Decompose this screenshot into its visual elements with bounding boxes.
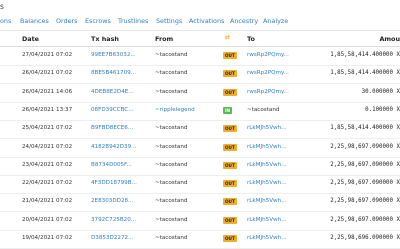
row-date: 19/04/2021 07:02 xyxy=(22,235,73,241)
row-date: 27/04/2021 07:02 xyxy=(22,52,73,58)
direction-badge: OUT xyxy=(223,161,237,169)
tab-orders[interactable]: Orders xyxy=(56,17,78,25)
direction-badge: OUT xyxy=(223,125,237,133)
row-amount: 1,85,58,414.400000 X xyxy=(330,70,400,77)
from-account: ~tacostand xyxy=(155,125,188,132)
to-account[interactable]: rwsRp2PQmy... xyxy=(247,52,289,58)
row-amount: 2,25,98,697.090000 X xyxy=(330,198,400,205)
table-row: 20/04/2021 07:02 3792C725B20... ~tacostand… xyxy=(0,212,400,231)
column-to: To xyxy=(247,35,255,43)
tx-hash-link[interactable]: 8BE5B461709... xyxy=(91,70,136,76)
tab-ancestry[interactable]: Ancestry xyxy=(230,17,258,25)
row-amount: 2,25,98,697.090000 X xyxy=(330,161,400,168)
row-amount: 0.100000 X xyxy=(365,106,400,113)
to-account[interactable]: rLkMJh5Vwh... xyxy=(247,235,287,241)
row-date: 20/04/2021 07:02 xyxy=(22,216,73,223)
direction-badge: OUT xyxy=(223,52,237,59)
tx-hash-link[interactable]: 4182B942D39... xyxy=(91,144,137,150)
direction-badge: IN xyxy=(223,106,233,114)
to-account[interactable]: rLkMJh5Vwh... xyxy=(247,162,287,168)
table-row: 25/04/2021 07:02 B9FBD8ECE6... ~tacostand O… xyxy=(0,120,400,140)
row-amount: 2,25,98,697.090000 X xyxy=(330,143,400,150)
tab-settings[interactable]: Settings xyxy=(156,17,182,25)
table-header: Date Tx hash From ⇄ To Amou xyxy=(0,32,400,47)
tx-hash-link[interactable]: B8734D005F... xyxy=(91,162,132,168)
column-date[interactable]: Date xyxy=(22,35,39,43)
table-row: 27/04/2021 07:02 99EE7B63032... ~tacostand… xyxy=(0,47,400,66)
row-amount: 1,85,58,414.400000 X xyxy=(330,52,400,58)
from-account: ~tacostand xyxy=(155,180,188,187)
column-hash: Tx hash xyxy=(91,35,119,43)
column-from: From xyxy=(155,35,174,43)
direction-badge: OUT xyxy=(223,216,237,224)
tx-hash-link[interactable]: B9FBD8ECE6... xyxy=(91,125,133,131)
tab-escrows[interactable]: Escrows xyxy=(85,17,111,25)
table-row: 26/04/2021 14:06 4DEB8E2D4E... ~tacostand O… xyxy=(0,84,400,103)
to-account[interactable]: rLkMJh5Vwh... xyxy=(247,198,287,204)
to-account[interactable]: rLkMJh5Vwh... xyxy=(247,144,287,150)
tab-bar: ons Balances Orders Escrows Trustlines S… xyxy=(0,14,400,31)
to-account[interactable]: rLkMJh5Vwh... xyxy=(247,125,287,131)
to-account: ~tacostand xyxy=(247,106,280,113)
row-amount: 1,85,58,414.400000 X xyxy=(330,125,400,132)
tx-hash-link[interactable]: 99EE7B63032... xyxy=(91,52,136,58)
from-account: ~tacostand xyxy=(155,216,188,223)
tx-hash-link[interactable]: 08FD39CCBC... xyxy=(91,107,134,113)
row-date: 26/04/2021 14:06 xyxy=(22,88,73,95)
to-account[interactable]: rwsRp2PQmy... xyxy=(247,70,289,76)
direction-badge: OUT xyxy=(223,143,237,151)
from-account: ~tacostand xyxy=(155,52,188,58)
column-amount: Amou xyxy=(379,35,400,43)
row-amount: 2,25,98,696.090000 X xyxy=(330,235,400,241)
tx-hash-link[interactable]: D3853D2272... xyxy=(91,235,133,241)
row-date: 26/04/2021 13:37 xyxy=(22,106,73,113)
tab-activations[interactable]: Activations xyxy=(189,17,224,25)
tab-trustlines[interactable]: Trustlines xyxy=(118,17,148,25)
tab-analyze[interactable]: Analyze xyxy=(263,17,288,25)
tx-hash-link[interactable]: 2E8303DD28... xyxy=(91,198,133,204)
from-account: ~tacostand xyxy=(155,198,188,205)
table-row: 21/04/2021 07:02 2E8303DD28... ~tacostand O… xyxy=(0,193,400,213)
row-date: 23/04/2021 07:02 xyxy=(22,161,73,168)
direction-badge: OUT xyxy=(223,180,237,188)
to-account[interactable]: rLkMJh5Vwh... xyxy=(247,180,287,186)
direction-swap-icon[interactable]: ⇄ xyxy=(225,34,230,41)
from-account: ~tacostand xyxy=(155,88,188,95)
table-row: 23/04/2021 07:02 B8734D005F... ~tacostand O… xyxy=(0,157,400,176)
table-row: 26/04/2021 07:02 8BE5B461709... ~tacostand… xyxy=(0,65,400,85)
row-date: 22/04/2021 07:02 xyxy=(22,180,73,187)
from-account: ~tacostand xyxy=(155,235,188,241)
row-date: 25/04/2021 07:02 xyxy=(22,125,73,132)
tx-hash-link[interactable]: 4DEB8E2D4E... xyxy=(91,89,134,95)
from-account: ~tacostand xyxy=(155,143,188,150)
row-amount: 30.000000 X xyxy=(361,88,400,95)
tab-balances[interactable]: Balances xyxy=(20,17,49,25)
from-account[interactable]: ~ripplelegend xyxy=(155,107,195,113)
table-row: 22/04/2021 07:02 4F3DD18799B... ~tacostand… xyxy=(0,175,400,195)
row-date: 24/04/2021 07:02 xyxy=(22,143,73,150)
table-row: 26/04/2021 13:37 08FD39CCBC... ~ripplelege… xyxy=(0,102,400,121)
row-amount: 2,25,98,697.090000 X xyxy=(330,180,400,187)
from-account: ~tacostand xyxy=(155,70,188,77)
direction-badge: OUT xyxy=(223,70,237,78)
direction-badge: OUT xyxy=(223,198,237,206)
direction-badge: OUT xyxy=(223,88,237,96)
table-row: 24/04/2021 07:02 4182B942D39... ~tacostand… xyxy=(0,139,400,158)
row-date: 21/04/2021 07:02 xyxy=(22,198,73,205)
direction-badge: OUT xyxy=(223,235,237,242)
row-amount: 2,25,98,697.090000 X xyxy=(330,216,400,223)
tx-hash-link[interactable]: 3792C725B20... xyxy=(91,217,136,223)
tab-transactions[interactable]: ons xyxy=(0,17,11,25)
page-title-fragment: s xyxy=(0,2,4,11)
to-account[interactable]: rwsRp2PQmy... xyxy=(247,89,289,95)
to-account[interactable]: rLkMJh5Vwh... xyxy=(247,217,287,223)
row-date: 26/04/2021 07:02 xyxy=(22,70,73,77)
tx-hash-link[interactable]: 4F3DD18799B... xyxy=(91,180,137,186)
from-account: ~tacostand xyxy=(155,161,188,168)
